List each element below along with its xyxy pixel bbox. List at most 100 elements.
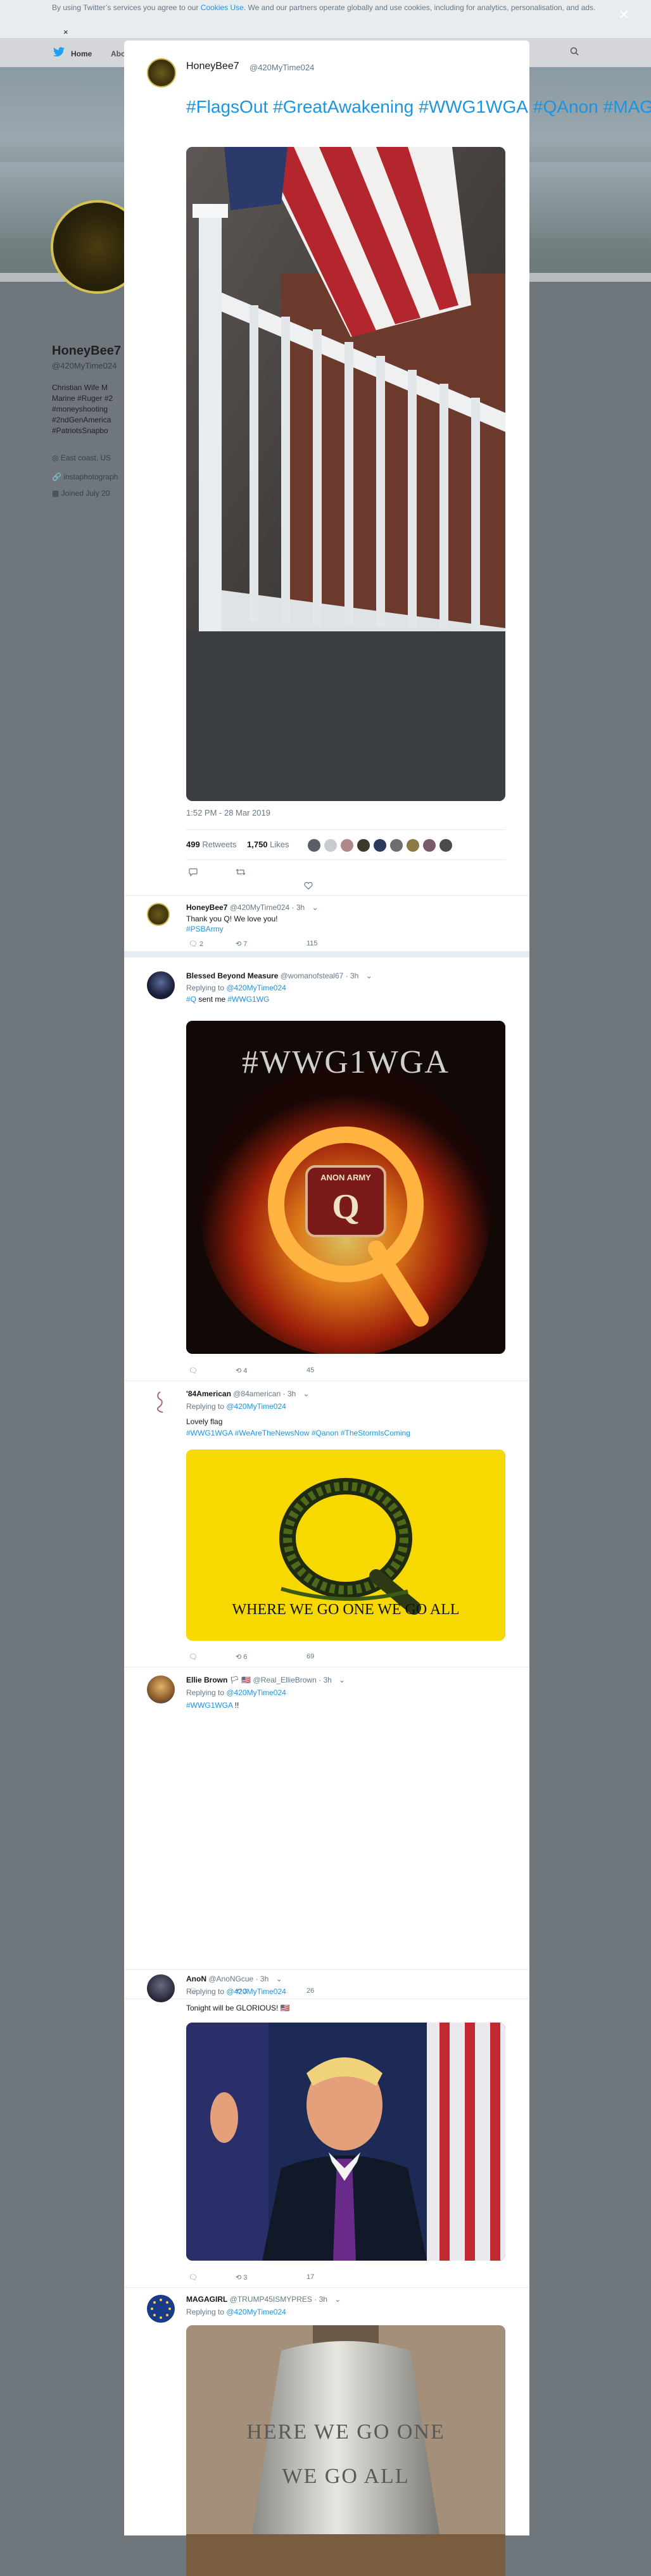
image-caption-text: WHERE WE GO ONE WE GO ALL: [232, 1601, 460, 1618]
retweet-action[interactable]: ⟲ 3: [236, 2273, 247, 2282]
reply-author-name[interactable]: AnoN: [186, 1974, 206, 1983]
reply-author-handle[interactable]: @420MyTime024: [230, 903, 289, 912]
liker-avatar[interactable]: [324, 839, 337, 852]
reply-image-gadsden-q[interactable]: WHERE WE GO ONE WE GO ALL: [186, 1449, 505, 1641]
close-modal-icon[interactable]: ×: [619, 6, 629, 23]
reply-time[interactable]: · 3h: [256, 1974, 269, 1983]
likes-stat[interactable]: 1,750 Likes: [247, 840, 289, 849]
retweet-icon[interactable]: [236, 868, 246, 876]
replying-to-link[interactable]: @420MyTime024: [226, 983, 286, 992]
reply-icon[interactable]: [189, 868, 198, 877]
hashtag-link[interactable]: #WWG1WGA: [419, 97, 528, 117]
reply-text: Lovely flag: [186, 1417, 223, 1426]
reply-avatar[interactable]: [147, 903, 170, 926]
replying-to-link[interactable]: @420MyTime024: [226, 1402, 286, 1411]
author-avatar[interactable]: [147, 58, 176, 87]
hashtag-link[interactable]: #MAGA: [604, 97, 651, 117]
reply-time[interactable]: · 3h: [292, 903, 305, 912]
like-action[interactable]: 17: [307, 2273, 314, 2281]
reply-author-handle[interactable]: @TRUMP45ISMYPRES: [230, 2295, 312, 2304]
liker-avatar[interactable]: [374, 839, 386, 852]
reply-author-name[interactable]: MAGAGIRL: [186, 2295, 227, 2304]
chevron-down-icon[interactable]: ⌄: [366, 971, 372, 980]
replying-to-link[interactable]: @420MyTime024: [226, 1987, 286, 1996]
liker-avatar[interactable]: [308, 839, 320, 852]
retweet-action[interactable]: ⟲ 4: [236, 1367, 247, 1375]
hashtag-link[interactable]: #WWG1WG: [227, 995, 269, 1004]
reply-author-handle[interactable]: @AnoNGcue: [208, 1974, 253, 1983]
retweet-action[interactable]: ⟲ 7: [236, 940, 247, 948]
retweet-action[interactable]: ⟲ 6: [236, 1653, 247, 1661]
reply-author-name[interactable]: HoneyBee7: [186, 903, 227, 912]
profile-name: HoneyBee7: [52, 344, 121, 358]
reply-author-handle[interactable]: @womanofsteal67: [281, 971, 344, 980]
reply-hashtags[interactable]: #WWG1WGA #WeAreTheNewsNow #Qanon #TheSto…: [186, 1429, 410, 1437]
liker-avatar[interactable]: [357, 839, 370, 852]
reply-avatar[interactable]: [147, 2295, 175, 2323]
chevron-down-icon[interactable]: ⌄: [339, 1676, 345, 1684]
reply-image-thumbs-up[interactable]: [186, 2023, 505, 2261]
like-action[interactable]: 26: [307, 1987, 314, 1995]
author-name[interactable]: HoneyBee7: [186, 61, 239, 72]
author-handle[interactable]: @420MyTime024: [250, 63, 314, 72]
heart-icon[interactable]: [304, 881, 313, 890]
reply-image-bell[interactable]: HERE WE GO ONE WE GO ALL: [186, 2325, 505, 2576]
retweets-stat[interactable]: 499 Retweets: [186, 840, 237, 849]
reply-icon[interactable]: 🗨: [189, 940, 198, 948]
reply-author-handle[interactable]: @84american: [233, 1389, 281, 1398]
replying-to-link[interactable]: @420MyTime024: [226, 2308, 286, 2316]
reply-author-name[interactable]: Blessed Beyond Measure: [186, 971, 278, 980]
search-icon[interactable]: [570, 47, 579, 56]
replying-to-line: Replying to @420MyTime024: [186, 2308, 286, 2316]
hashtag-link[interactable]: #FlagsOut: [186, 97, 268, 117]
replying-to-link[interactable]: @420MyTime024: [226, 1688, 286, 1697]
reply-author-line: AnoN @AnoNGcue · 3h ⌄: [186, 1974, 282, 1983]
reply-media-blank[interactable]: [186, 1719, 505, 1974]
reply-icon[interactable]: 🗨: [189, 1367, 198, 1375]
chevron-down-icon[interactable]: ⌄: [312, 903, 319, 912]
chevron-down-icon[interactable]: ⌄: [303, 1389, 310, 1398]
reply-avatar[interactable]: [147, 1974, 175, 2002]
bell-engraving-line1: HERE WE GO ONE: [246, 2420, 445, 2444]
profile-joined: ▦ Joined July 20: [52, 489, 110, 498]
reply-time[interactable]: · 3h: [346, 971, 359, 980]
like-action[interactable]: 45: [307, 1367, 314, 1374]
reply-image-wwg1wga[interactable]: #WWG1WGA ANON ARMY Q: [186, 1021, 505, 1354]
chevron-down-icon[interactable]: ⌄: [334, 2295, 341, 2304]
hashtag-link[interactable]: #WWG1WGA: [186, 1701, 232, 1710]
reply-author-name[interactable]: '84American: [186, 1389, 231, 1398]
hashtag-link[interactable]: #GreatAwakening: [273, 97, 414, 117]
liker-avatar[interactable]: [423, 839, 436, 852]
reply-time[interactable]: · 3h: [282, 1389, 296, 1398]
reply-author-handle[interactable]: @Real_EllieBrown: [253, 1676, 317, 1684]
reply-icon[interactable]: 🗨: [189, 2273, 198, 2282]
reply-author-line: Blessed Beyond Measure @womanofsteal67 ·…: [186, 971, 372, 980]
liker-avatar[interactable]: [439, 839, 452, 852]
reply-icon[interactable]: 🗨: [189, 1653, 198, 1661]
reply-text: Tonight will be GLORIOUS! 🇺🇸: [186, 2004, 290, 2012]
hashtag-link[interactable]: #QAnon: [533, 97, 598, 117]
reply-avatar[interactable]: [147, 1676, 175, 1703]
replying-to-line: Replying to @420MyTime024: [186, 1402, 286, 1411]
tweet-timestamp[interactable]: 1:52 PM - 28 Mar 2019: [186, 808, 270, 818]
tweet-photo-flag-porch[interactable]: [186, 147, 505, 801]
reply-avatar[interactable]: [147, 971, 175, 999]
nav-about-link[interactable]: Abo: [111, 49, 125, 58]
reply-author-name[interactable]: Ellie Brown: [186, 1676, 227, 1684]
twitter-bird-icon[interactable]: [53, 47, 65, 60]
hashtag-link[interactable]: #Q: [186, 995, 196, 1004]
nav-home-link[interactable]: Home: [71, 49, 92, 58]
reply-time[interactable]: · 3h: [314, 2295, 327, 2304]
like-action[interactable]: 115: [307, 940, 318, 947]
profile-website[interactable]: 🔗 instaphotograph: [52, 472, 118, 481]
liker-avatar[interactable]: [407, 839, 419, 852]
reply-avatar[interactable]: [149, 1389, 171, 1415]
reply-time[interactable]: · 3h: [319, 1676, 332, 1684]
reply-hashtag-link[interactable]: #PSBArmy: [186, 925, 224, 933]
cookie-close-icon[interactable]: ×: [63, 27, 68, 37]
liker-avatar[interactable]: [390, 839, 403, 852]
cookies-use-link[interactable]: Cookies Use: [201, 3, 244, 12]
like-action[interactable]: 69: [307, 1653, 314, 1660]
liker-avatar[interactable]: [341, 839, 353, 852]
chevron-down-icon[interactable]: ⌄: [276, 1974, 282, 1983]
